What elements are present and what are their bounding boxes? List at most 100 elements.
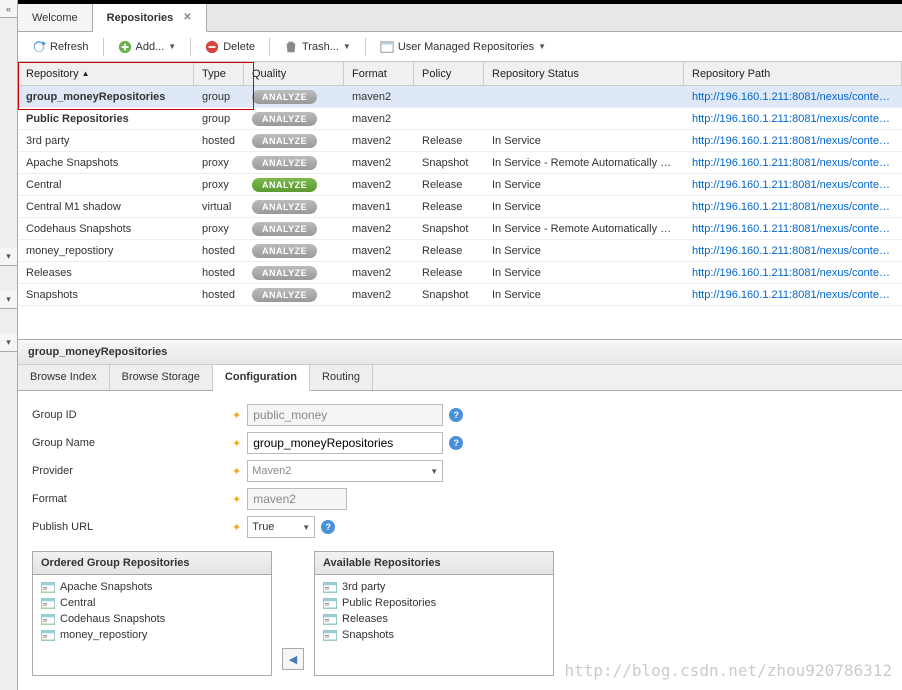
table-row[interactable]: Public Repositoriesgroup ANALYZE maven2 htt… xyxy=(18,108,902,130)
cell-type: group xyxy=(194,88,244,106)
close-icon[interactable]: ✕ xyxy=(183,12,191,23)
list-item[interactable]: Snapshots xyxy=(319,627,549,643)
cell-path[interactable]: http://196.160.1.211:8081/nexus/content/… xyxy=(684,220,902,238)
cell-policy: Release xyxy=(414,176,484,194)
help-icon[interactable]: ? xyxy=(449,436,463,450)
col-status[interactable]: Repository Status xyxy=(484,62,684,85)
rail-drop-icon-3[interactable]: ▾ xyxy=(0,334,17,352)
table-row[interactable]: 3rd partyhostedANALYZEmaven2ReleaseIn Se… xyxy=(18,130,902,152)
list-item[interactable]: Apache Snapshots xyxy=(37,579,267,595)
analyze-button[interactable]: ANALYZE xyxy=(252,288,317,302)
cell-path[interactable]: http://196.160.1.211:8081/nexus/content/… xyxy=(684,286,902,304)
cell-format: maven2 xyxy=(344,110,414,128)
tab-welcome[interactable]: Welcome xyxy=(18,4,93,31)
input-group-name[interactable] xyxy=(247,432,443,454)
cell-format: maven2 xyxy=(344,264,414,282)
table-row[interactable]: CentralproxyANALYZEmaven2ReleaseIn Servi… xyxy=(18,174,902,196)
move-left-button[interactable]: ◀ xyxy=(282,648,304,670)
input-group-id[interactable] xyxy=(247,404,443,426)
rail-drop-icon[interactable]: ▾ xyxy=(0,248,17,266)
col-type[interactable]: Type xyxy=(194,62,244,85)
analyze-button[interactable]: ANALYZE xyxy=(252,178,317,192)
cell-path[interactable]: http://196.160.1.211:8081/nexus/content/… xyxy=(684,176,902,194)
analyze-button[interactable]: ANALYZE xyxy=(252,112,317,126)
cell-status: In Service xyxy=(484,176,684,194)
tab-repositories[interactable]: Repositories ✕ xyxy=(93,4,207,32)
table-row[interactable]: group_moneyRepositoriesgroupANALYZEmaven… xyxy=(18,86,902,108)
user-managed-button[interactable]: User Managed Repositories▼ xyxy=(374,37,552,57)
cell-policy: Release xyxy=(414,132,484,150)
label-group-id: Group ID xyxy=(32,409,232,421)
trash-button[interactable]: Trash...▼ xyxy=(278,37,357,57)
list-item[interactable]: Releases xyxy=(319,611,549,627)
analyze-button[interactable]: ANALYZE xyxy=(252,266,317,280)
cell-path[interactable]: http://196.160.1.211:8081/nexus/content/… xyxy=(684,198,902,216)
cell-name: Central xyxy=(18,176,194,194)
dtab-configuration[interactable]: Configuration xyxy=(213,365,310,391)
analyze-button[interactable]: ANALYZE xyxy=(252,222,317,236)
help-icon[interactable]: ? xyxy=(449,408,463,422)
list-item-label: Releases xyxy=(342,613,388,625)
col-quality[interactable]: Quality xyxy=(244,62,344,85)
list-item-label: Public Repositories xyxy=(342,597,436,609)
list-item[interactable]: Codehaus Snapshots xyxy=(37,611,267,627)
dtab-browse-index[interactable]: Browse Index xyxy=(18,365,110,390)
table-row[interactable]: money_repostioryhostedANALYZEmaven2Relea… xyxy=(18,240,902,262)
list-item-label: 3rd party xyxy=(342,581,385,593)
cell-name: 3rd party xyxy=(18,132,194,150)
list-item[interactable]: Central xyxy=(37,595,267,611)
analyze-button[interactable]: ANALYZE xyxy=(252,244,317,258)
cell-type: group xyxy=(194,110,244,128)
toolbar: Refresh Add...▼ Delete Trash...▼ User Ma… xyxy=(18,32,902,62)
select-publish-url[interactable]: True▼ xyxy=(247,516,315,538)
list-item[interactable]: 3rd party xyxy=(319,579,549,595)
cell-quality: ANALYZE xyxy=(244,241,344,261)
cell-name: Apache Snapshots xyxy=(18,154,194,172)
analyze-button[interactable]: ANALYZE xyxy=(252,200,317,214)
cell-path[interactable]: http://196.160.1.211:8081/nexus/content/… xyxy=(684,110,902,128)
cell-path[interactable]: http://196.160.1.211:8081/nexus/content/… xyxy=(684,242,902,260)
table-row[interactable]: ReleaseshostedANALYZEmaven2ReleaseIn Ser… xyxy=(18,262,902,284)
cell-name: Public Repositories xyxy=(18,110,194,128)
cell-type: hosted xyxy=(194,242,244,260)
help-icon[interactable]: ? xyxy=(321,520,335,534)
cell-path[interactable]: http://196.160.1.211:8081/nexus/content/… xyxy=(684,88,902,106)
table-row[interactable]: SnapshotshostedANALYZEmaven2SnapshotIn S… xyxy=(18,284,902,306)
cell-type: hosted xyxy=(194,286,244,304)
cell-policy xyxy=(414,94,484,100)
cell-policy: Snapshot xyxy=(414,154,484,172)
table-row[interactable]: Codehaus SnapshotsproxyANALYZEmaven2Snap… xyxy=(18,218,902,240)
refresh-button[interactable]: Refresh xyxy=(26,37,95,57)
add-button[interactable]: Add...▼ xyxy=(112,37,183,57)
cell-format: maven2 xyxy=(344,88,414,106)
delete-button[interactable]: Delete xyxy=(199,37,261,57)
cell-path[interactable]: http://196.160.1.211:8081/nexus/content/… xyxy=(684,264,902,282)
col-repository[interactable]: Repository ▲ xyxy=(18,62,194,85)
col-format[interactable]: Format xyxy=(344,62,414,85)
repo-icon xyxy=(41,613,55,625)
select-provider[interactable]: Maven2▼ xyxy=(247,460,443,482)
cell-type: virtual xyxy=(194,198,244,216)
cell-quality: ANALYZE xyxy=(244,175,344,195)
analyze-button[interactable]: ANALYZE xyxy=(252,156,317,170)
rail-collapse-icon[interactable]: « xyxy=(0,0,17,18)
analyze-button[interactable]: ANALYZE xyxy=(252,134,317,148)
table-row[interactable]: Apache SnapshotsproxyANALYZEmaven2Snapsh… xyxy=(18,152,902,174)
col-path[interactable]: Repository Path xyxy=(684,62,902,85)
dtab-routing[interactable]: Routing xyxy=(310,365,373,390)
analyze-button[interactable]: ANALYZE xyxy=(252,90,317,104)
cell-status: In Service - Remote Automatically Blo... xyxy=(484,220,684,238)
cell-name: money_repostiory xyxy=(18,242,194,260)
cell-quality: ANALYZE xyxy=(244,109,344,129)
cell-path[interactable]: http://196.160.1.211:8081/nexus/content/… xyxy=(684,154,902,172)
rail-drop-icon-2[interactable]: ▾ xyxy=(0,291,17,309)
cell-format: maven2 xyxy=(344,220,414,238)
list-item[interactable]: Public Repositories xyxy=(319,595,549,611)
table-row[interactable]: Central M1 shadowvirtualANALYZEmaven1Rel… xyxy=(18,196,902,218)
list-item-label: Codehaus Snapshots xyxy=(60,613,165,625)
list-item[interactable]: money_repostiory xyxy=(37,627,267,643)
cell-path[interactable]: http://196.160.1.211:8081/nexus/content/… xyxy=(684,132,902,150)
col-policy[interactable]: Policy xyxy=(414,62,484,85)
ordered-group-panel: Ordered Group Repositories Apache Snapsh… xyxy=(32,551,272,676)
dtab-browse-storage[interactable]: Browse Storage xyxy=(110,365,213,390)
